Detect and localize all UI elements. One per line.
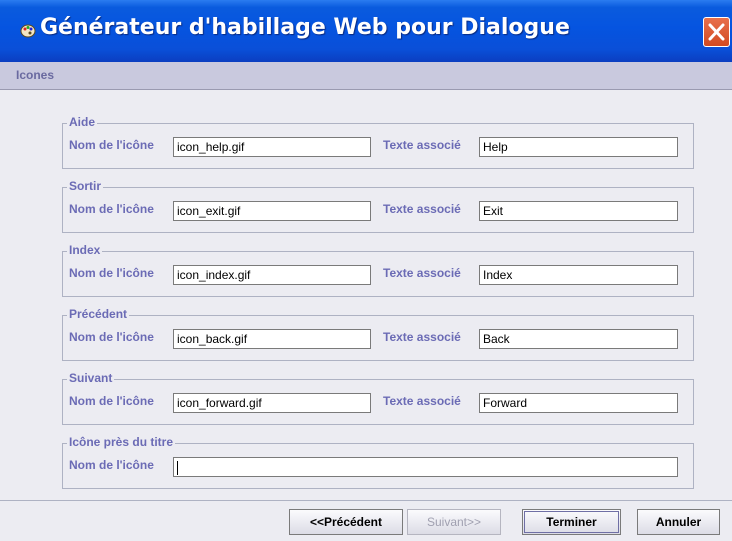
group-title-icon: Icône près du titre Nom de l'icône [62,435,694,489]
associated-text-label: Texte associé [383,138,461,152]
group-title: Suivant [67,371,115,385]
close-button[interactable] [703,17,730,47]
icon-name-input[interactable]: icon_help.gif [173,137,371,157]
group-index: Index Nom de l'icône icon_index.gif Text… [62,243,694,297]
button-bar: <<Précédent Suivant>> Terminer Annuler [0,500,732,541]
associated-text-label: Texte associé [383,202,461,216]
finish-button[interactable]: Terminer [522,509,621,535]
icon-name-label: Nom de l'icône [69,330,154,344]
text-caret [177,460,178,475]
associated-text-input[interactable]: Exit [479,201,678,221]
icon-name-label: Nom de l'icône [69,394,154,408]
associated-text-label: Texte associé [383,266,461,280]
content-panel: Aide Nom de l'icône icon_help.gif Texte … [0,90,732,500]
group-sortir: Sortir Nom de l'icône icon_exit.gif Text… [62,179,694,233]
icon-name-input[interactable]: icon_back.gif [173,329,371,349]
associated-text-input[interactable]: Forward [479,393,678,413]
section-label: Icones [16,68,55,82]
paint-palette-icon [20,22,36,38]
section-header: Icones [0,62,732,90]
icon-name-label: Nom de l'icône [69,202,154,216]
close-icon [708,23,725,41]
next-button[interactable]: Suivant>> [407,509,501,535]
group-title: Aide [67,115,98,129]
cancel-button[interactable]: Annuler [637,509,720,535]
window-title: Générateur d'habillage Web pour Dialogue [40,15,570,40]
previous-button[interactable]: <<Précédent [289,509,403,535]
icon-name-label: Nom de l'icône [69,266,154,280]
icon-name-input[interactable]: icon_exit.gif [173,201,371,221]
title-bar: Générateur d'habillage Web pour Dialogue [0,0,732,62]
associated-text-label: Texte associé [383,330,461,344]
associated-text-input[interactable]: Help [479,137,678,157]
associated-text-input[interactable]: Index [479,265,678,285]
group-title: Sortir [67,179,104,193]
icon-name-input[interactable]: icon_forward.gif [173,393,371,413]
icon-name-label: Nom de l'icône [69,138,154,152]
title-icon-name-input[interactable] [173,457,678,477]
group-title: Icône près du titre [67,435,176,449]
group-precedent: Précédent Nom de l'icône icon_back.gif T… [62,307,694,361]
icon-name-label: Nom de l'icône [69,458,154,472]
group-suivant: Suivant Nom de l'icône icon_forward.gif … [62,371,694,425]
group-aide: Aide Nom de l'icône icon_help.gif Texte … [62,115,694,169]
icon-name-input[interactable]: icon_index.gif [173,265,371,285]
group-title: Index [67,243,103,257]
group-title: Précédent [67,307,130,321]
associated-text-input[interactable]: Back [479,329,678,349]
associated-text-label: Texte associé [383,394,461,408]
